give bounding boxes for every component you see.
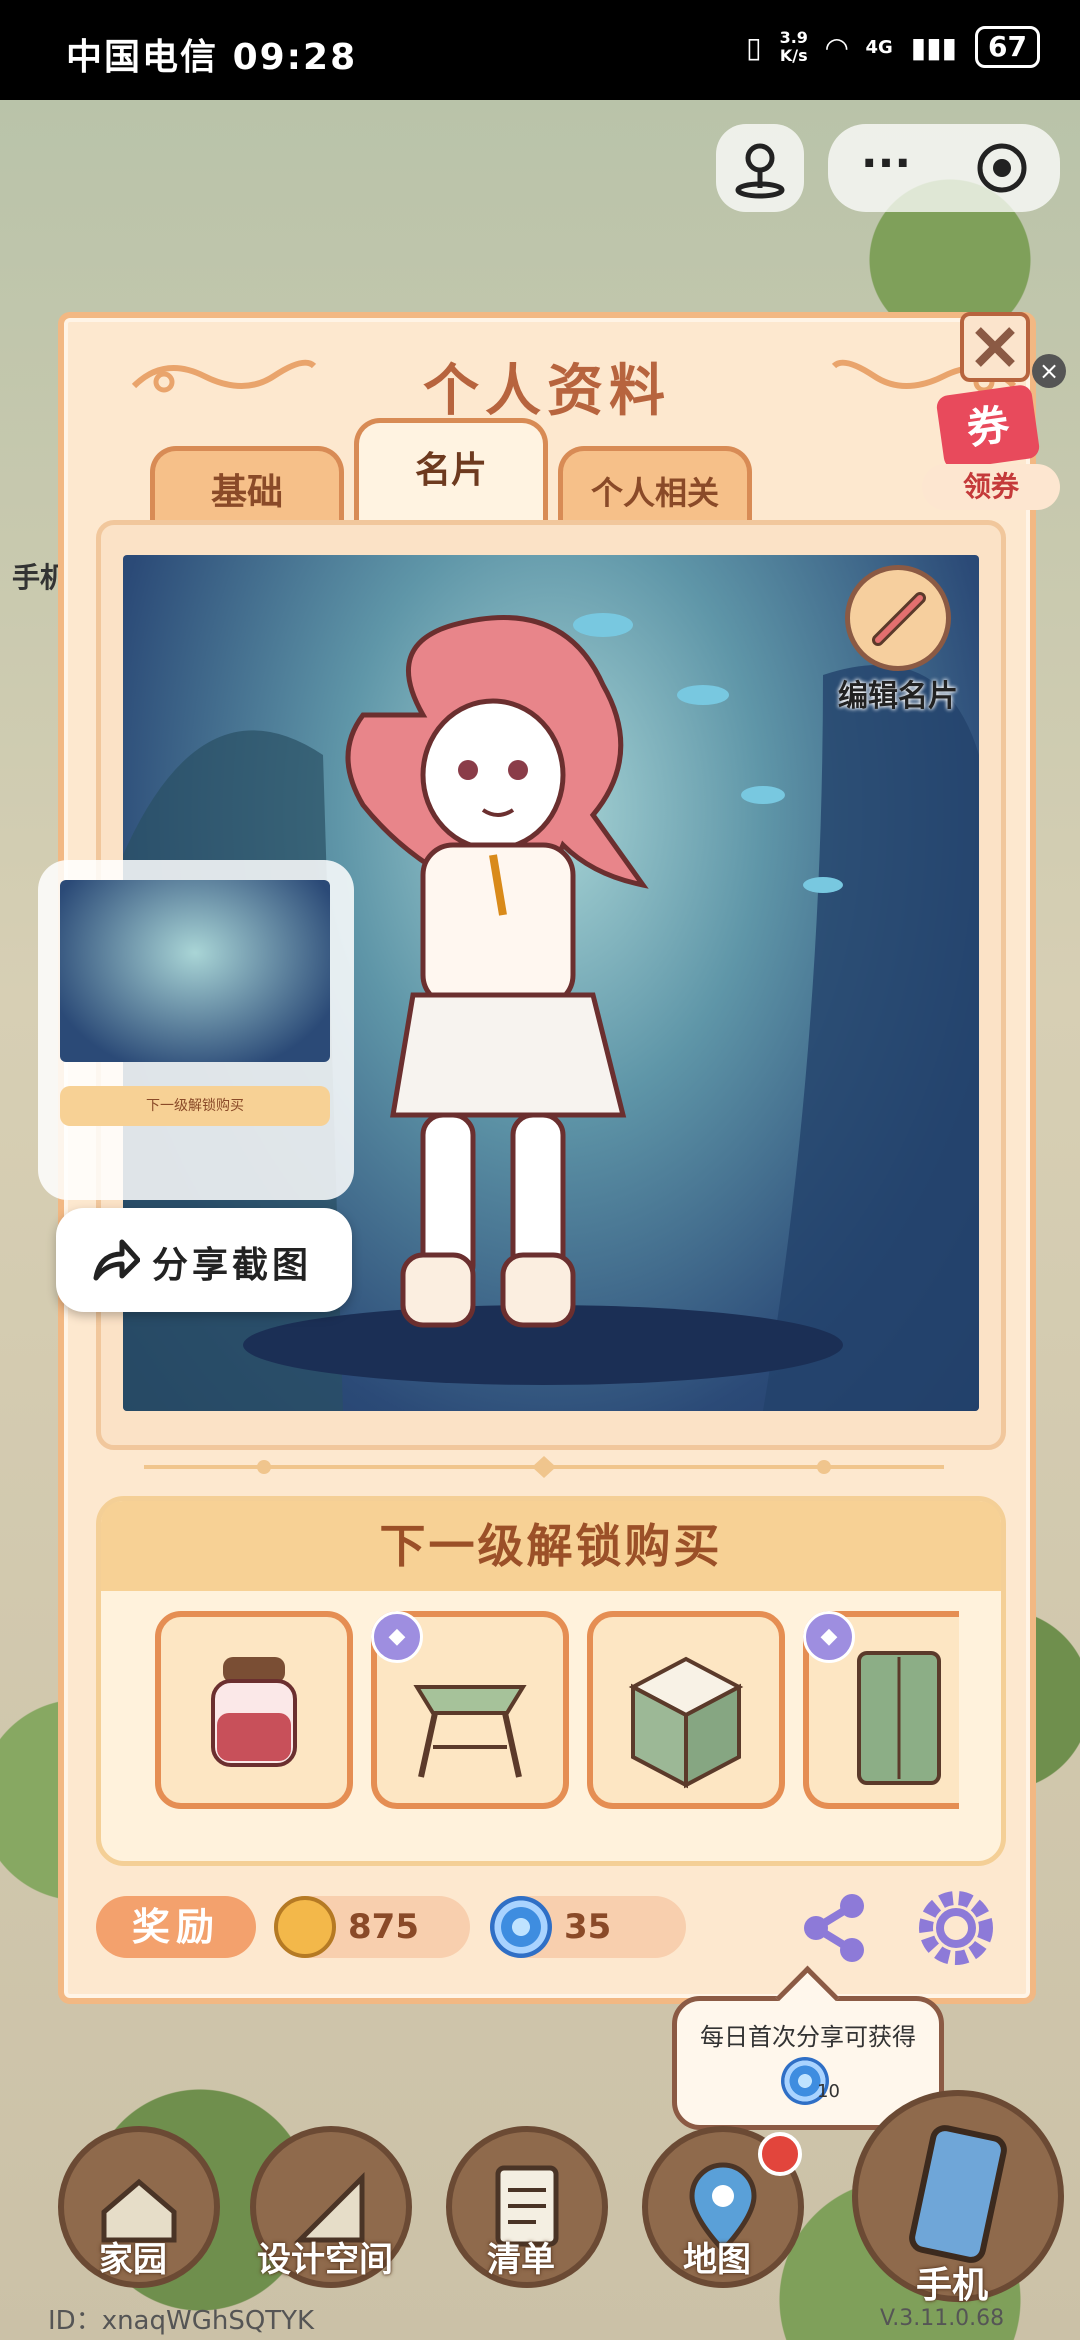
net-speed: 3.9 K/s (779, 28, 808, 65)
screenshot-thumbnail[interactable]: 下一级解锁购买 (38, 860, 354, 1200)
share-screenshot-button[interactable]: 分享截图 (56, 1208, 352, 1312)
coupon-label: 领券 (922, 464, 1060, 510)
status-bar: 中国电信 09:28 ▯ 3.9 K/s ◠ 4G ▮▮▮ 67 (0, 0, 1080, 100)
gem-counter: 35 (490, 1896, 686, 1958)
close-icon (975, 327, 1015, 367)
reward-bar: 奖励 875 35 (96, 1886, 996, 1966)
notification-dot (758, 2132, 802, 2176)
nav-design-label: 设计空间 (257, 2240, 393, 2280)
close-icon: × (1038, 357, 1060, 385)
edit-namecard-button[interactable]: 编辑名片 (823, 565, 973, 714)
lock-icon: ◆ (371, 1611, 423, 1663)
nav-list-label: 清单 (487, 2240, 555, 2280)
user-id: ID：xnaqWGhSQTYK (48, 2306, 315, 2336)
gold-counter: 875 (274, 1896, 470, 1958)
unlock-item-jar[interactable] (155, 1611, 353, 1809)
clock: 09:28 (232, 37, 358, 78)
joystick-icon (735, 143, 785, 199)
jar-icon (211, 1657, 297, 1767)
tab-personal[interactable]: 个人相关 (558, 446, 752, 525)
signal-icon: ▮▮▮ (910, 30, 958, 64)
share-arrow-icon (93, 1239, 140, 1281)
thumbnail-caption: 下一级解锁购买 (60, 1086, 330, 1126)
edit-namecard-label: 编辑名片 (838, 679, 958, 714)
gear-icon (919, 1891, 993, 1965)
unlock-item-wardrobe[interactable]: ◆ (803, 1611, 959, 1809)
battery-indicator: 67 (975, 26, 1040, 68)
share-screenshot-label: 分享截图 (152, 1245, 313, 1286)
unlock-item-cabinet[interactable] (587, 1611, 785, 1809)
pencil-icon (845, 565, 951, 671)
app-version: V.3.11.0.68 (880, 2306, 1005, 2331)
reward-label: 奖励 (96, 1896, 256, 1958)
tooltip-amount: 10 (817, 2081, 840, 2102)
divider (144, 1456, 944, 1478)
unlock-title: 下一级解锁购买 (101, 1501, 1001, 1591)
coupon-icon: 券 (935, 383, 1041, 471)
share-icon (804, 1894, 864, 1962)
thumbnail-image (60, 880, 330, 1062)
ornament-left-icon (131, 359, 317, 393)
record-icon (977, 143, 1027, 193)
miniprogram-capsule: ··· (828, 124, 1060, 212)
tooltip-text: 每日首次分享可获得 (700, 2023, 916, 2051)
wifi-icon: ◠ (825, 30, 848, 64)
lock-icon: ◆ (803, 1611, 855, 1663)
nav-map-label: 地图 (683, 2240, 751, 2280)
more-icon: ··· (860, 138, 912, 189)
carrier-name: 中国电信 (66, 37, 219, 78)
tab-namecard[interactable]: 名片 (354, 418, 548, 525)
spiral-gem-icon (490, 1896, 552, 1958)
network-type: 4G (865, 36, 893, 58)
unlock-section: 下一级解锁购买 ◆ ◆ (96, 1496, 1006, 1866)
gold-coin-icon (274, 1896, 336, 1958)
nav-home-label: 家园 (99, 2240, 167, 2280)
cabinet-icon (628, 1656, 744, 1789)
close-miniprogram-button[interactable] (944, 124, 1060, 212)
coupon-widget[interactable]: × 券 领券 (920, 354, 1070, 510)
unlock-item-stool[interactable]: ◆ (371, 1611, 569, 1809)
vibrate-icon: ▯ (746, 30, 762, 64)
nav-phone-label: 手机 (915, 2265, 988, 2306)
tab-basic[interactable]: 基础 (150, 446, 344, 525)
share-button[interactable] (796, 1890, 872, 1966)
settings-button[interactable] (914, 1886, 998, 1970)
more-button[interactable]: ··· (828, 124, 944, 212)
coupon-close-button[interactable]: × (1032, 354, 1066, 388)
joystick-button[interactable] (716, 124, 804, 212)
